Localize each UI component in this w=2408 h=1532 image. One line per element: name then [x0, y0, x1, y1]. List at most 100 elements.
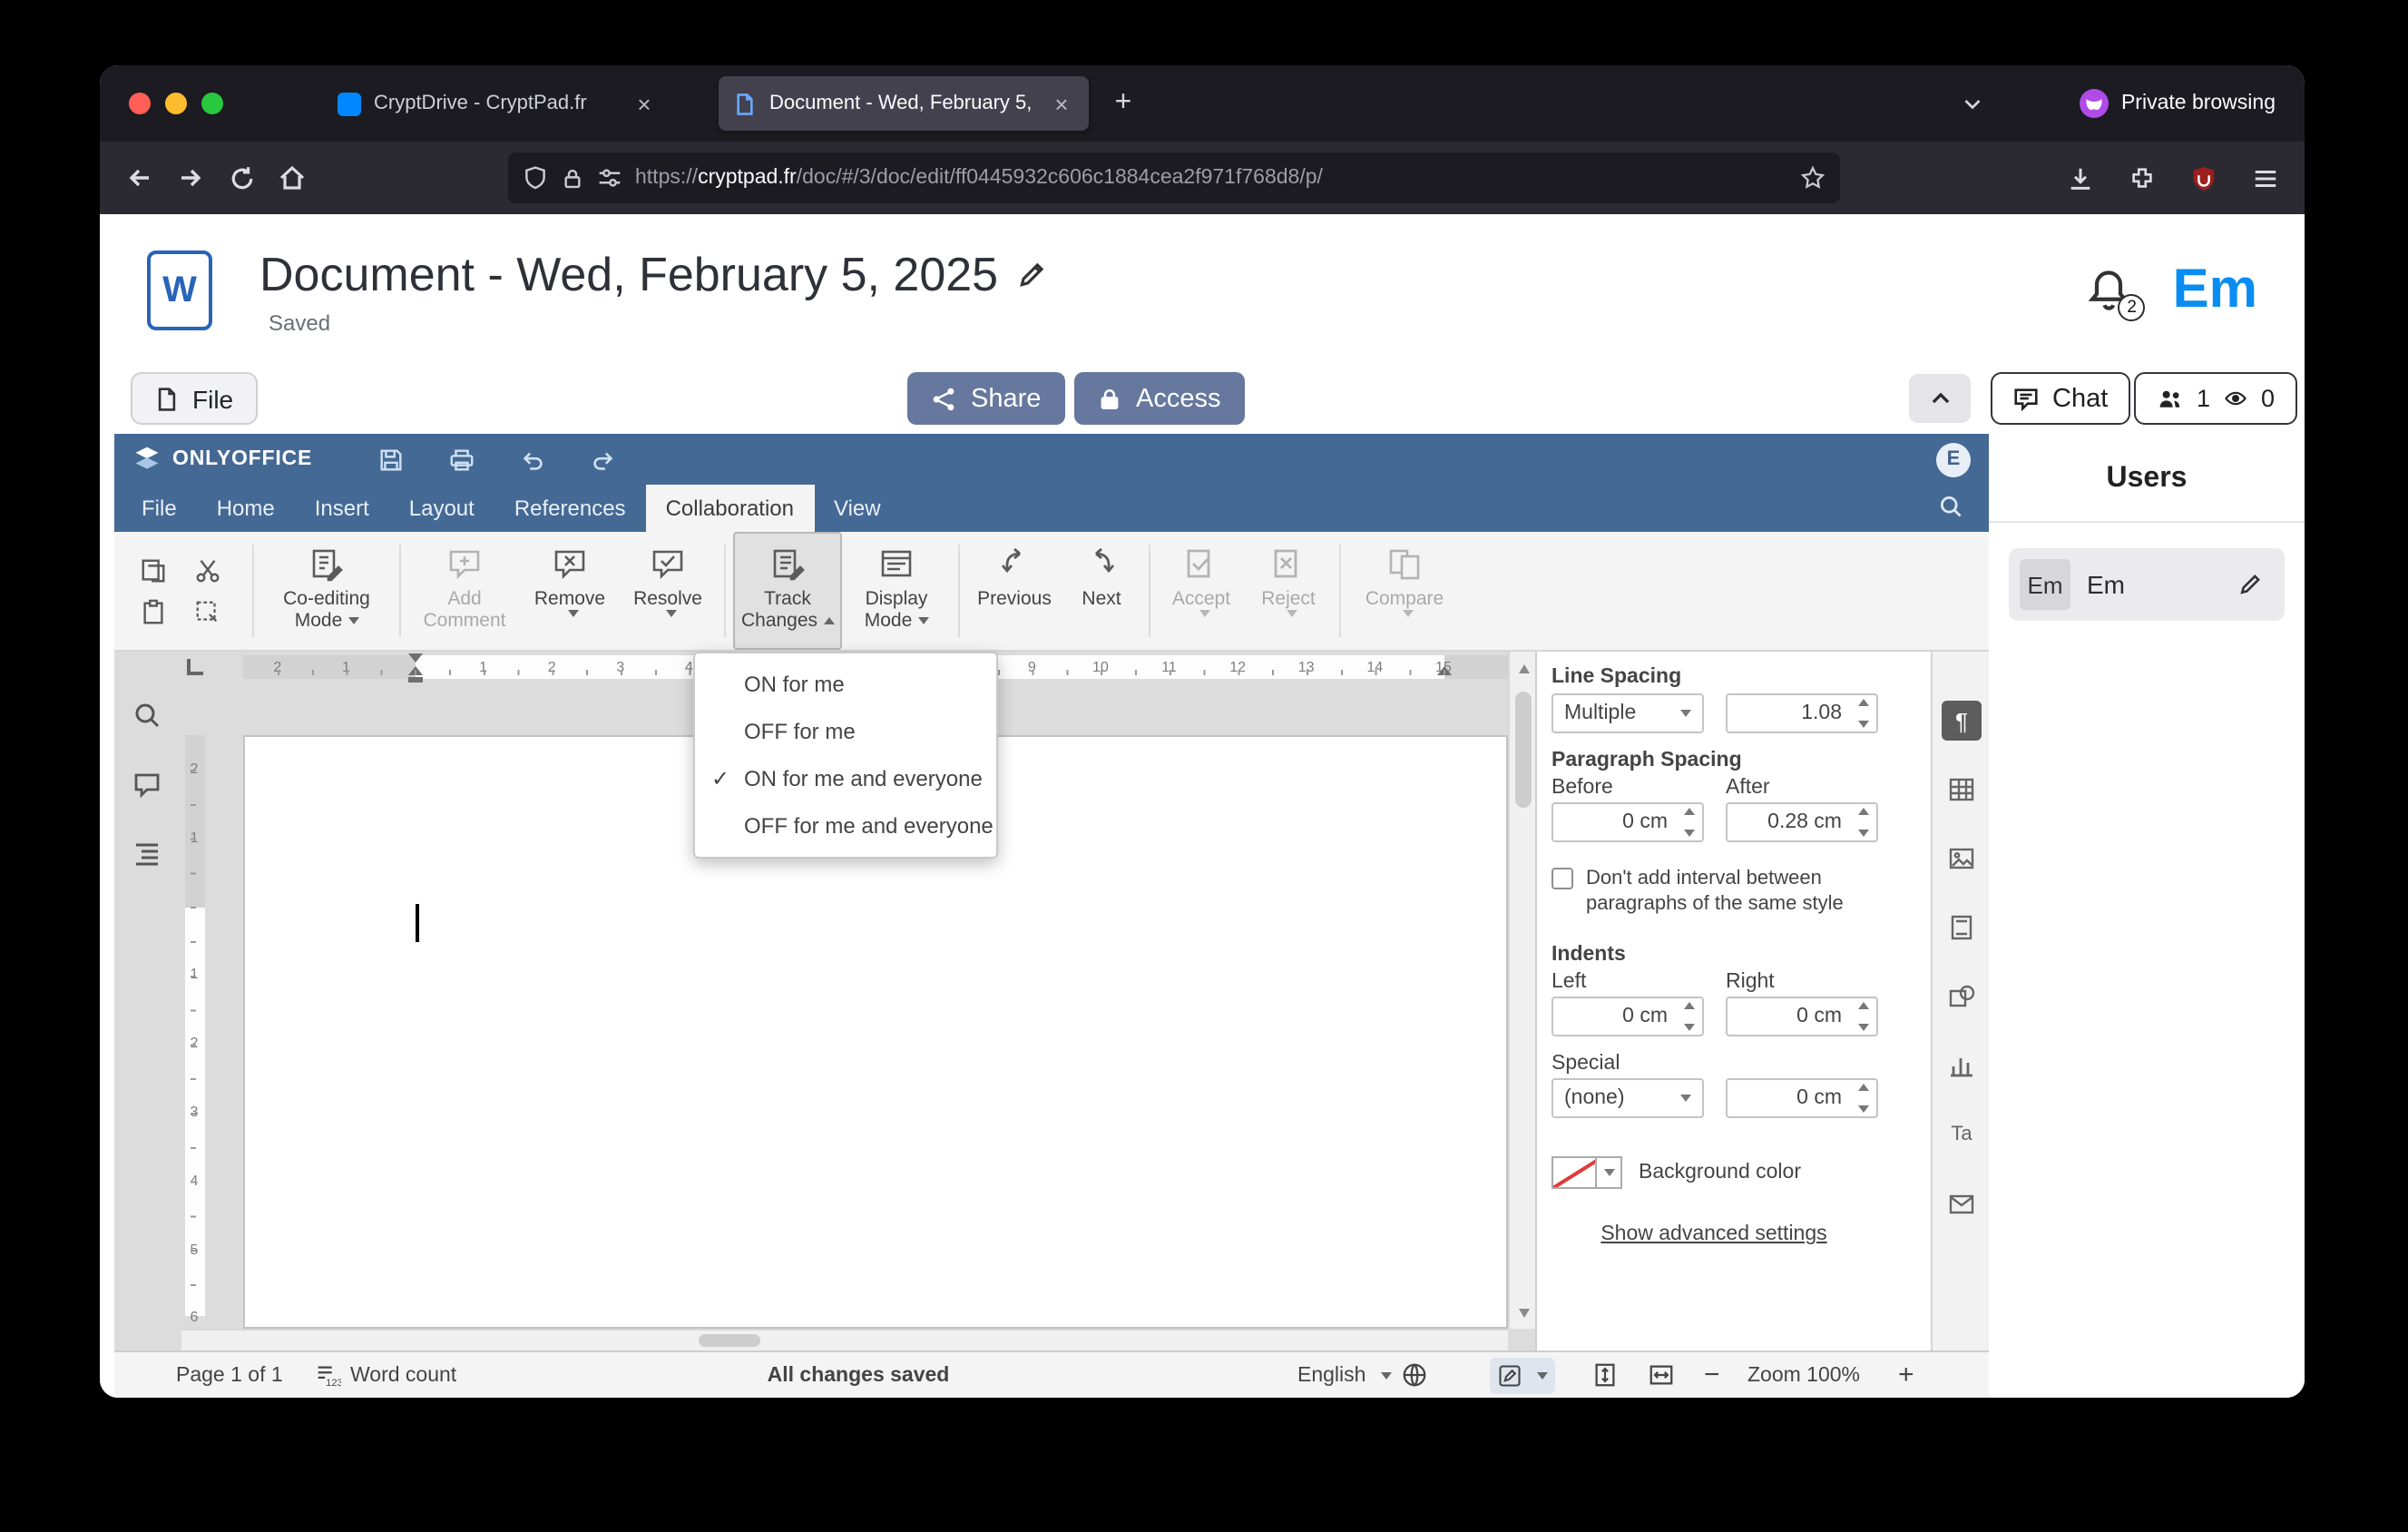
mail-merge-settings-icon[interactable]	[1942, 1183, 1982, 1223]
scroll-down-arrow[interactable]	[1510, 1300, 1535, 1325]
save-icon[interactable]	[377, 446, 405, 473]
extensions-icon[interactable]	[2116, 152, 2167, 203]
checkbox[interactable]	[1551, 868, 1573, 889]
zoom-level[interactable]: Zoom 100%	[1747, 1352, 1860, 1398]
page-indicator[interactable]: Page 1 of 1	[176, 1352, 283, 1398]
downloads-button[interactable]	[2054, 152, 2105, 203]
track-changes-button[interactable]: Track Changes	[733, 532, 842, 650]
navigation-headings-icon[interactable]	[132, 839, 162, 868]
chat-button[interactable]: Chat	[1991, 372, 2130, 425]
track-changes-status-toggle[interactable]	[1490, 1358, 1555, 1394]
tracking-protection-shield-icon[interactable]	[523, 165, 548, 191]
copy-icon[interactable]	[140, 556, 176, 584]
previous-change-button[interactable]: Previous	[967, 532, 1062, 650]
indent-left-input[interactable]: 0 cm	[1551, 997, 1704, 1036]
site-permissions-icon[interactable]	[597, 165, 622, 191]
scroll-up-arrow[interactable]	[1510, 655, 1535, 681]
find-icon[interactable]	[132, 701, 162, 730]
spacing-before-input[interactable]: 0 cm	[1551, 802, 1704, 842]
zoom-out-button[interactable]: −	[1704, 1352, 1720, 1398]
close-window-button[interactable]	[129, 93, 151, 114]
cut-icon[interactable]	[194, 556, 230, 584]
list-all-tabs-button[interactable]	[1949, 80, 1996, 127]
select-all-icon[interactable]	[194, 598, 230, 625]
access-button[interactable]: Access	[1074, 372, 1245, 425]
ublock-origin-icon[interactable]	[2178, 152, 2228, 203]
line-spacing-amount[interactable]: 1.08	[1726, 693, 1878, 733]
next-change-button[interactable]: Next	[1062, 532, 1141, 650]
right-indent-marker[interactable]	[1437, 666, 1452, 675]
user-list-item[interactable]: Em Em	[2009, 548, 2285, 621]
remove-comment-button[interactable]: Remove	[521, 532, 619, 650]
menu-tab[interactable]: View	[814, 485, 901, 532]
indent-right-input[interactable]: 0 cm	[1726, 997, 1878, 1036]
browser-tab-document[interactable]: Document - Wed, February 5, 2 ×	[719, 76, 1089, 131]
line-spacing-select[interactable]: Multiple	[1551, 693, 1704, 733]
fit-width-icon[interactable]	[1648, 1352, 1675, 1398]
table-settings-icon[interactable]	[1942, 770, 1982, 810]
close-tab-icon[interactable]: ×	[1049, 90, 1074, 117]
fit-page-icon[interactable]	[1591, 1352, 1619, 1398]
shape-settings-icon[interactable]	[1942, 977, 1982, 1016]
print-icon[interactable]	[448, 446, 475, 473]
menu-hamburger-icon[interactable]	[2239, 152, 2290, 203]
vertical-scroll-thumb[interactable]	[1515, 692, 1532, 808]
track-changes-option[interactable]: ✓ OFF for me and everyone	[695, 802, 996, 849]
left-indent-marker[interactable]	[408, 666, 423, 683]
header-footer-settings-icon[interactable]	[1942, 908, 1982, 948]
menu-tab[interactable]: Layout	[389, 485, 494, 532]
advanced-settings-link[interactable]: Show advanced settings	[1551, 1223, 1876, 1245]
browser-tab-cryptdrive[interactable]: CryptDrive - CryptPad.fr ×	[323, 76, 671, 131]
word-count-button[interactable]: 123 Word count	[314, 1352, 456, 1398]
paragraph-settings-icon[interactable]: ¶	[1942, 701, 1982, 741]
redo-icon[interactable]	[590, 446, 617, 473]
userlist-toggle-button[interactable]: 1 0	[2134, 372, 2297, 425]
image-settings-icon[interactable]	[1942, 839, 1982, 879]
url-bar[interactable]: https://cryptpad.fr/doc/#/3/doc/edit/ff0…	[508, 152, 1840, 203]
display-mode-button[interactable]: Display Mode	[842, 532, 951, 650]
connection-lock-icon[interactable]	[561, 166, 584, 190]
comments-panel-icon[interactable]	[132, 770, 162, 799]
color-dropdown-caret[interactable]	[1597, 1156, 1622, 1189]
search-icon[interactable]	[1938, 494, 1963, 519]
background-color-picker[interactable]	[1551, 1156, 1622, 1189]
file-menu-button[interactable]: File	[131, 372, 258, 425]
paste-icon[interactable]	[140, 598, 176, 625]
menu-tab[interactable]: Insert	[295, 485, 389, 532]
vertical-ruler[interactable]: 21123456	[181, 683, 207, 1329]
track-changes-option[interactable]: ✓ OFF for me	[695, 708, 996, 755]
first-line-indent-marker[interactable]	[408, 653, 423, 663]
collaborator-avatar[interactable]: E	[1936, 442, 1971, 476]
special-select[interactable]: (none)	[1551, 1078, 1704, 1118]
edit-name-pencil-icon[interactable]	[2227, 561, 2274, 608]
back-button[interactable]	[114, 152, 165, 203]
horizontal-scrollbar[interactable]	[181, 1329, 1508, 1350]
spacing-after-input[interactable]: 0.28 cm	[1726, 802, 1878, 842]
reload-button[interactable]	[216, 152, 267, 203]
tab-stop-selector[interactable]	[187, 659, 203, 675]
menu-tab[interactable]: References	[494, 485, 646, 532]
chart-settings-icon[interactable]	[1942, 1046, 1982, 1085]
vertical-scrollbar[interactable]	[1508, 652, 1535, 1329]
language-selector[interactable]: English	[1297, 1352, 1427, 1398]
home-button[interactable]	[267, 152, 318, 203]
minimize-window-button[interactable]	[165, 93, 187, 114]
menu-tab[interactable]: Home	[197, 485, 295, 532]
undo-icon[interactable]	[519, 446, 546, 473]
rename-pencil-icon[interactable]	[1016, 259, 1047, 290]
share-button[interactable]: Share	[907, 372, 1065, 425]
new-tab-button[interactable]: +	[1100, 80, 1147, 127]
no-color-swatch[interactable]	[1551, 1156, 1597, 1189]
track-changes-option[interactable]: ✓ ON for me and everyone	[695, 755, 996, 802]
text-art-settings-icon[interactable]: Ta	[1942, 1115, 1982, 1154]
zoom-in-button[interactable]: +	[1898, 1352, 1914, 1398]
close-tab-icon[interactable]: ×	[631, 90, 657, 117]
coediting-mode-button[interactable]: Co-editing Mode	[261, 532, 392, 650]
account-avatar[interactable]: Em	[2173, 260, 2257, 321]
no-interval-checkbox-row[interactable]: Don't add interval between paragraphs of…	[1551, 866, 1876, 917]
forward-button[interactable]	[165, 152, 216, 203]
maximize-window-button[interactable]	[201, 93, 223, 114]
menu-tab[interactable]: File	[122, 485, 197, 532]
bookmark-star-icon[interactable]	[1800, 165, 1826, 191]
menu-tab[interactable]: Collaboration	[645, 485, 814, 532]
